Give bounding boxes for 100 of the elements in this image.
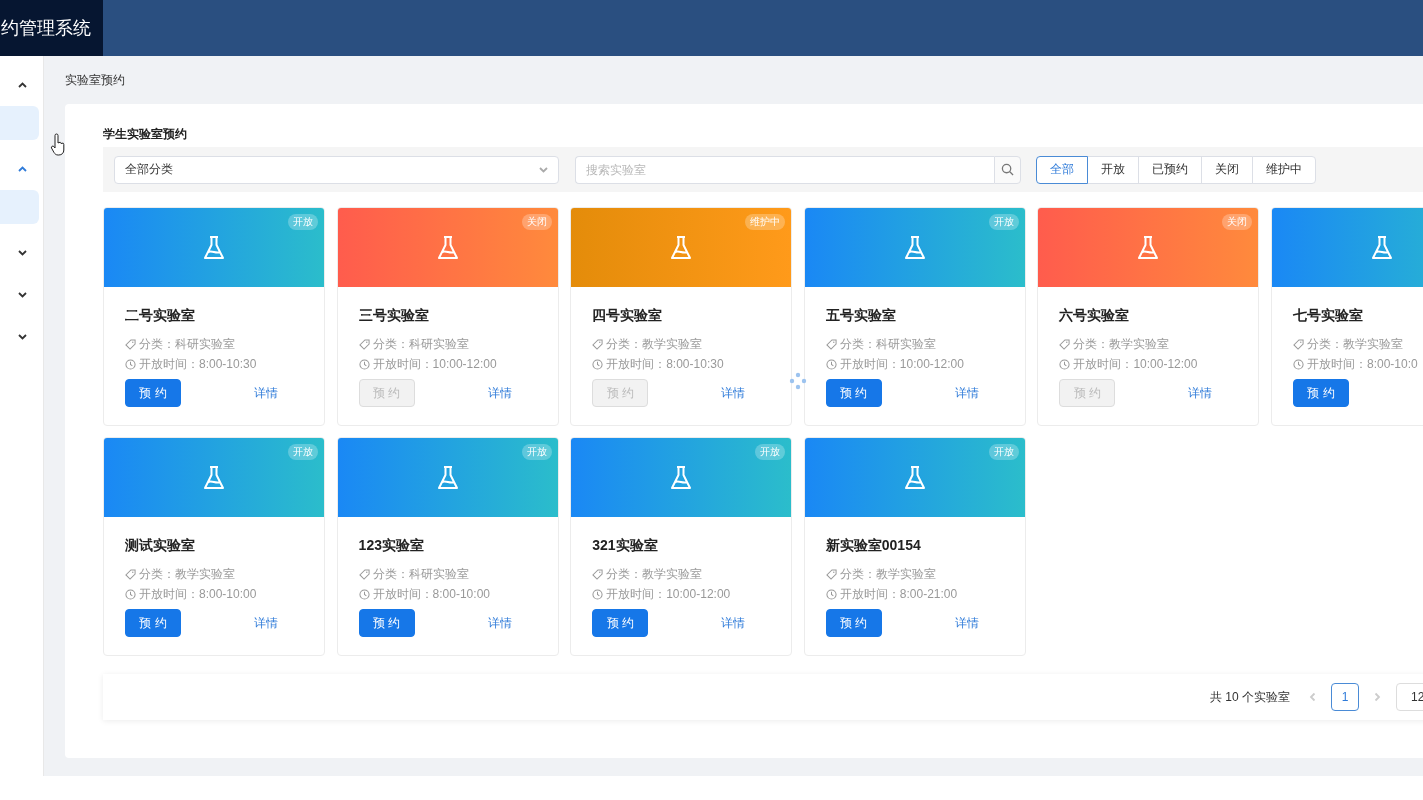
status-badge: 维护中 — [745, 214, 786, 230]
detail-link[interactable]: 详情 — [954, 384, 979, 402]
clock-icon — [125, 358, 136, 370]
flask-icon — [902, 234, 927, 261]
lab-category: 分类：教学实验室 — [606, 565, 703, 583]
status-badge: 开放 — [288, 444, 318, 460]
panel-title: 学生实验室预约 — [103, 126, 188, 143]
status-badge: 关闭 — [521, 214, 552, 230]
lab-category: 分类：教学实验室 — [1073, 335, 1170, 353]
detail-link[interactable]: 详情 — [254, 384, 278, 402]
clock-icon — [358, 588, 370, 600]
flask-icon — [202, 234, 226, 261]
search-icon — [1001, 163, 1014, 176]
clock-icon — [358, 358, 370, 370]
tag-icon — [592, 568, 604, 580]
detail-link[interactable]: 详情 — [254, 614, 278, 632]
book-button[interactable]: 预 约 — [592, 609, 649, 637]
flask-icon — [1369, 234, 1394, 261]
lab-hours: 开放时间：10:00-12:00 — [372, 355, 497, 373]
filter-tab[interactable]: 全部 — [1036, 155, 1088, 184]
book-button[interactable]: 预 约 — [825, 609, 882, 637]
book-button[interactable]: 预 约 — [125, 609, 181, 637]
page-size-select[interactable]: 12 — [1396, 683, 1423, 711]
clock-icon — [125, 588, 136, 600]
status-badge: 开放 — [988, 214, 1019, 230]
lab-hours: 开放时间：10:00-12:00 — [606, 585, 731, 603]
lab-hours: 开放时间：8:00-21:00 — [839, 585, 958, 603]
flask-icon — [669, 234, 694, 261]
clock-icon — [825, 588, 837, 600]
filter-tab[interactable]: 关闭 — [1201, 155, 1253, 184]
filter-tab[interactable]: 维护中 — [1252, 155, 1316, 184]
chevron-icon[interactable] — [18, 334, 27, 340]
clock-icon — [592, 358, 604, 370]
lab-hours: 开放时间：8:00-10:30 — [139, 355, 257, 373]
flask-icon — [435, 464, 460, 491]
filter-tab[interactable]: 开放 — [1087, 155, 1139, 184]
status-badge: 开放 — [755, 444, 786, 460]
status-badge: 开放 — [521, 444, 552, 460]
clock-icon — [825, 358, 837, 370]
lab-name: 六号实验室 — [1059, 307, 1131, 325]
lab-hours: 开放时间：8:00-10:0 — [1306, 355, 1418, 373]
book-button[interactable]: 预 约 — [358, 609, 415, 637]
tag-icon — [825, 568, 837, 580]
total-count: 共 10 个实验室 — [1210, 688, 1290, 706]
status-badge: 开放 — [288, 214, 318, 230]
tag-icon — [125, 338, 136, 350]
lab-category: 分类：科研实验室 — [372, 335, 469, 353]
chevron-icon[interactable] — [18, 250, 27, 256]
book-button[interactable]: 预 约 — [825, 379, 882, 407]
lab-name: 新实验室00154 — [825, 537, 922, 555]
lab-category: 分类：科研实验室 — [839, 335, 936, 353]
category-select[interactable]: 全部分类 — [114, 155, 559, 184]
lab-hours: 开放时间：10:00-12:00 — [1073, 355, 1198, 373]
loading-spinner-icon — [789, 372, 807, 390]
lab-category: 分类：科研实验室 — [139, 335, 235, 353]
clock-icon — [592, 588, 604, 600]
search-field[interactable]: 搜索实验室 — [575, 155, 994, 184]
flask-icon — [202, 464, 226, 491]
lab-hours: 开放时间：8:00-10:30 — [606, 355, 724, 373]
lab-category: 分类：教学实验室 — [1306, 335, 1403, 353]
lab-hours: 开放时间：10:00-12:00 — [839, 355, 964, 373]
flask-icon — [1136, 234, 1161, 261]
page-button[interactable]: 1 — [1331, 683, 1359, 711]
flask-icon — [669, 464, 694, 491]
tag-icon — [825, 338, 837, 350]
filter-tab[interactable]: 已预约 — [1138, 155, 1202, 184]
breadcrumb: 实验室预约 — [65, 71, 125, 89]
lab-name: 123实验室 — [358, 537, 425, 555]
flask-icon — [902, 464, 927, 491]
tag-icon — [1059, 338, 1071, 350]
app-title: 约管理系统 — [0, 0, 103, 56]
status-badge: 关闭 — [1222, 214, 1253, 230]
detail-link[interactable]: 详情 — [721, 614, 746, 632]
chevron-icon[interactable] — [18, 82, 27, 88]
book-button[interactable]: 预 约 — [1292, 379, 1349, 407]
tag-icon — [358, 568, 370, 580]
detail-link[interactable]: 详情 — [487, 614, 512, 632]
flask-icon — [435, 234, 460, 261]
clock-icon — [1292, 358, 1304, 370]
lab-name: 三号实验室 — [358, 307, 430, 325]
lab-name: 测试实验室 — [125, 537, 196, 555]
lab-hours: 开放时间：8:00-10:00 — [372, 585, 490, 603]
lab-name: 七号实验室 — [1292, 307, 1364, 325]
lab-hours: 开放时间：8:00-10:00 — [139, 585, 257, 603]
chevron-icon[interactable] — [18, 292, 27, 298]
status-badge: 开放 — [988, 444, 1019, 460]
lab-category: 分类：教学实验室 — [606, 335, 703, 353]
lab-category: 分类：科研实验室 — [372, 565, 469, 583]
lab-category: 分类：教学实验室 — [139, 565, 235, 583]
detail-link[interactable]: 详情 — [954, 614, 979, 632]
clock-icon — [1059, 358, 1071, 370]
tag-icon — [592, 338, 604, 350]
lab-name: 五号实验室 — [825, 307, 897, 325]
book-button[interactable]: 预 约 — [125, 379, 181, 407]
tag-icon — [358, 338, 370, 350]
tag-icon — [1292, 338, 1304, 350]
lab-name: 321实验室 — [592, 537, 659, 555]
lab-category: 分类：教学实验室 — [839, 565, 936, 583]
search-button[interactable] — [994, 155, 1021, 184]
tag-icon — [125, 568, 136, 580]
